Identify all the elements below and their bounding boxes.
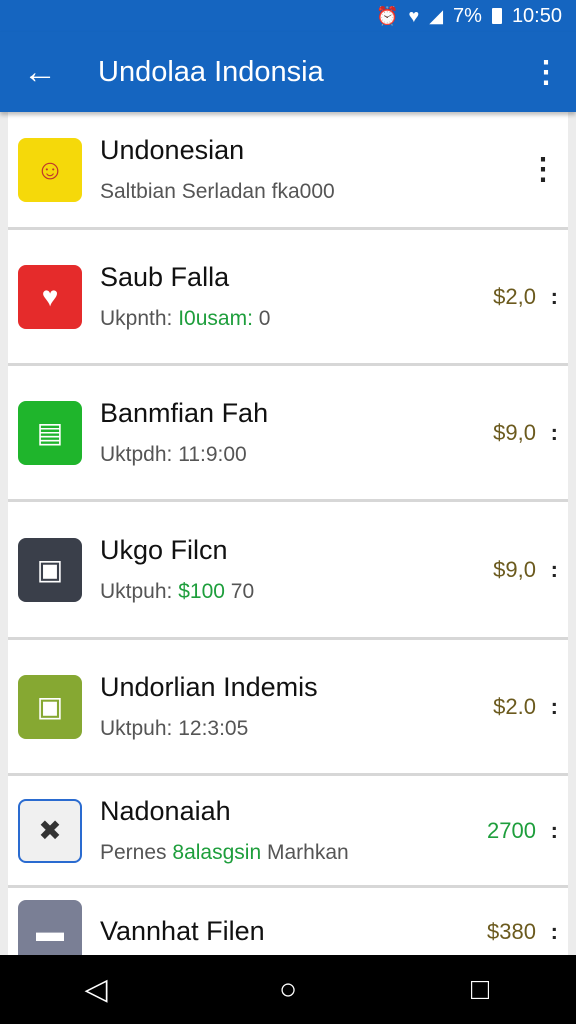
app-icon: ✖ xyxy=(18,798,82,863)
item-price: $2,0 xyxy=(493,283,536,309)
item-menu-icon[interactable]: : xyxy=(551,284,558,310)
item-menu-icon[interactable]: : xyxy=(551,694,558,720)
page-title: Undolaa Indonsia xyxy=(98,55,324,88)
item-subtitle-highlight: I0usam: xyxy=(178,307,253,330)
item-name: Saub Falla xyxy=(100,262,230,292)
item-subtitle: Uktpuh: 12:3:05 xyxy=(100,717,478,741)
item-subtitle: Pernes 8alasgsin Marhkan xyxy=(100,841,478,865)
item-subtitle: Ukpnth: I0usam: 0 xyxy=(100,307,478,331)
navigation-bar: ◁ ○ □ xyxy=(0,955,576,1024)
list-item[interactable]: ♥ Saub Falla Ukpnth: I0usam: 0 $2,0: xyxy=(8,230,568,366)
item-subtitle-suffix: Marhkan xyxy=(266,841,349,864)
item-subtitle-suffix: 0 xyxy=(258,307,271,330)
item-subtitle: Uktpdh: 11:9:00 xyxy=(100,443,478,467)
item-text: Nadonaiah Pernes 8alasgsin Marhkan xyxy=(100,796,478,865)
item-subtitle-prefix: Uktpdh: 11:9:00 xyxy=(100,443,247,466)
item-name: Banmfian Fah xyxy=(100,398,269,428)
item-text: Saub Falla Ukpnth: I0usam: 0 xyxy=(100,262,478,331)
list-item[interactable]: ✖ Nadonaiah Pernes 8alasgsin Marhkan 2700: xyxy=(8,776,568,888)
item-subtitle-highlight: $100 xyxy=(178,580,225,603)
item-subtitle-highlight: 8alasgsin xyxy=(172,841,262,864)
list-item[interactable]: ▬ Vannhat Filen $380: xyxy=(8,888,568,955)
item-menu-icon[interactable]: ⋮ xyxy=(528,152,558,187)
overflow-menu-icon[interactable]: ⋮ xyxy=(516,32,576,112)
item-price: 2700 xyxy=(487,817,536,843)
item-text: Undonesian Saltbian Serladan fka000 xyxy=(100,135,478,204)
item-name: Undorlian Indemis xyxy=(100,672,318,702)
list-item[interactable]: ▣ Undorlian Indemis Uktpuh: 12:3:05 $2.0: xyxy=(8,640,568,776)
item-menu-icon[interactable]: : xyxy=(551,919,558,945)
app-bar: ← Undolaa Indonsia ⋮ xyxy=(0,32,576,112)
item-menu-icon[interactable]: : xyxy=(551,557,558,583)
item-price: $9,0 xyxy=(493,419,536,445)
item-subtitle-suffix: 70 xyxy=(230,580,255,603)
item-menu-icon[interactable]: : xyxy=(551,420,558,446)
app-icon: ☺ xyxy=(18,137,82,202)
signal-icon: ◢ xyxy=(429,5,444,26)
item-price: $380 xyxy=(487,918,536,944)
battery-percent: 7% xyxy=(453,4,482,27)
item-name: Undonesian xyxy=(100,135,245,165)
app-icon: ▤ xyxy=(18,400,82,465)
back-arrow-icon[interactable]: ← xyxy=(0,32,80,112)
item-subtitle-prefix: Pernes xyxy=(100,841,167,864)
item-text: Undorlian Indemis Uktpuh: 12:3:05 xyxy=(100,672,478,741)
item-name: Vannhat Filen xyxy=(100,916,265,946)
alarm-icon: ⏰ xyxy=(376,5,399,26)
item-name: Ukgo Filcn xyxy=(100,535,228,565)
item-subtitle-prefix: Saltbian Serladan fka000 xyxy=(100,180,335,203)
item-text: Vannhat Filen xyxy=(100,916,478,947)
triangle-back-icon[interactable]: ◁ xyxy=(56,955,136,1024)
item-text: Ukgo Filcn Uktpuh: $100 70 xyxy=(100,535,478,604)
item-subtitle: Saltbian Serladan fka000 xyxy=(100,180,478,204)
list-item[interactable]: ☺ Undonesian Saltbian Serladan fka000 ⋮ xyxy=(8,112,568,230)
item-subtitle-prefix: Uktpuh: xyxy=(100,580,173,603)
item-price: $9,0 xyxy=(493,556,536,582)
app-icon: ▬ xyxy=(18,899,82,955)
item-subtitle-prefix: Ukpnth: xyxy=(100,307,173,330)
app-icon: ▣ xyxy=(18,674,82,739)
list-item[interactable]: ▤ Banmfian Fah Uktpdh: 11:9:00 $9,0: xyxy=(8,366,568,502)
app-icon: ♥ xyxy=(18,264,82,329)
battery-icon xyxy=(491,8,502,24)
item-menu-icon[interactable]: : xyxy=(551,818,558,844)
list-item[interactable]: ▣ Ukgo Filcn Uktpuh: $100 70 $9,0: xyxy=(8,502,568,640)
item-subtitle-prefix: Uktpuh: 12:3:05 xyxy=(100,717,249,740)
item-price: $2.0 xyxy=(493,693,536,719)
item-name: Nadonaiah xyxy=(100,796,231,826)
notification-icon: ♥ xyxy=(408,5,420,26)
item-text: Banmfian Fah Uktpdh: 11:9:00 xyxy=(100,398,478,467)
circle-home-icon[interactable]: ○ xyxy=(248,955,328,1024)
status-bar: ⏰ ♥ ◢ 7% 10:50 xyxy=(0,0,576,32)
app-icon: ▣ xyxy=(18,537,82,602)
item-subtitle: Uktpuh: $100 70 xyxy=(100,580,478,604)
square-recents-icon[interactable]: □ xyxy=(440,955,520,1024)
clock: 10:50 xyxy=(511,4,562,27)
item-list: ☺ Undonesian Saltbian Serladan fka000 ⋮ ♥ Sau… xyxy=(8,112,568,955)
